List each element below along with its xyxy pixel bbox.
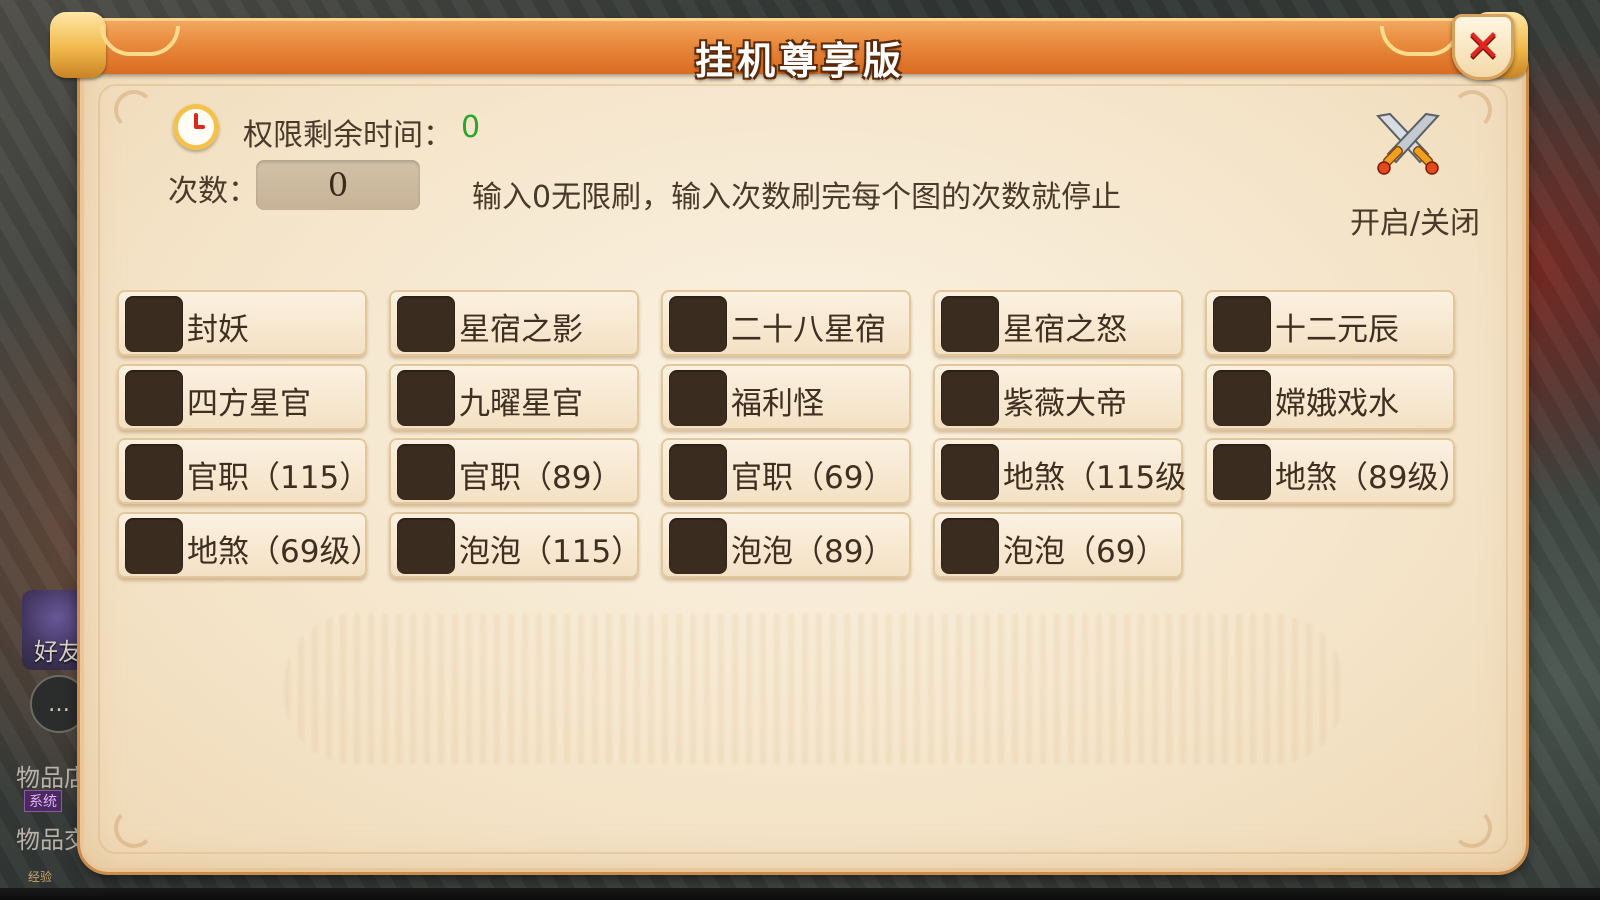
map-option[interactable]: 二十八星宿: [661, 290, 911, 356]
map-option-checkbox[interactable]: [669, 444, 727, 500]
map-option[interactable]: 福利怪: [661, 364, 911, 430]
map-option-checkbox[interactable]: [397, 370, 455, 426]
map-option[interactable]: 官职（69）: [661, 438, 911, 504]
map-option-checkbox[interactable]: [125, 444, 183, 500]
map-option-label: 官职（115）: [187, 460, 369, 496]
map-option[interactable]: 泡泡（115）: [389, 512, 641, 578]
map-option-label: 九曜星官: [459, 386, 583, 422]
map-option-checkbox[interactable]: [1213, 296, 1271, 352]
map-option-checkbox[interactable]: [669, 296, 727, 352]
map-option-grid: 封妖 星宿之影 二十八星宿 星宿之怒 十二元辰四方星官 九曜星官 福利怪 紫薇大帝 嫦娥戏水官职…: [0, 0, 1600, 900]
map-option-checkbox[interactable]: [669, 370, 727, 426]
map-option-label: 地煞（115级）: [1003, 460, 1185, 496]
map-option-label: 官职（89）: [459, 460, 623, 496]
map-option-label: 嫦娥戏水: [1275, 386, 1399, 422]
map-option-label: 星宿之影: [459, 312, 583, 348]
map-option[interactable]: 紫薇大帝: [933, 364, 1183, 430]
map-option[interactable]: 嫦娥戏水: [1205, 364, 1455, 430]
map-option[interactable]: 四方星官: [117, 364, 367, 430]
map-option-checkbox[interactable]: [1213, 444, 1271, 500]
map-option[interactable]: 官职（115）: [117, 438, 369, 504]
map-option-label: 四方星官: [187, 386, 311, 422]
map-option-checkbox[interactable]: [125, 518, 183, 574]
map-option[interactable]: 星宿之影: [389, 290, 639, 356]
map-option-checkbox[interactable]: [669, 518, 727, 574]
map-option-label: 封妖: [187, 312, 249, 348]
map-option-label: 泡泡（69）: [1003, 534, 1167, 570]
map-option-checkbox[interactable]: [1213, 370, 1271, 426]
map-option-label: 十二元辰: [1275, 312, 1399, 348]
map-option[interactable]: 泡泡（89）: [661, 512, 911, 578]
map-option-label: 二十八星宿: [731, 312, 886, 348]
map-option[interactable]: 地煞（115级）: [933, 438, 1185, 504]
map-option-label: 泡泡（89）: [731, 534, 895, 570]
map-option[interactable]: 地煞（89级）: [1205, 438, 1457, 504]
map-option-label: 福利怪: [731, 386, 824, 422]
map-option[interactable]: 九曜星官: [389, 364, 639, 430]
map-option-label: 星宿之怒: [1003, 312, 1127, 348]
map-option-checkbox[interactable]: [941, 518, 999, 574]
map-option-label: 泡泡（115）: [459, 534, 641, 570]
map-option-checkbox[interactable]: [941, 370, 999, 426]
map-option[interactable]: 泡泡（69）: [933, 512, 1183, 578]
map-option[interactable]: 地煞（69级）: [117, 512, 369, 578]
map-option[interactable]: 星宿之怒: [933, 290, 1183, 356]
map-option-checkbox[interactable]: [397, 444, 455, 500]
map-option-checkbox[interactable]: [125, 296, 183, 352]
map-option-label: 地煞（69级）: [187, 534, 369, 570]
map-option-label: 紫薇大帝: [1003, 386, 1127, 422]
map-option[interactable]: 十二元辰: [1205, 290, 1455, 356]
map-option-checkbox[interactable]: [941, 444, 999, 500]
map-option[interactable]: 官职（89）: [389, 438, 639, 504]
map-option-label: 官职（69）: [731, 460, 895, 496]
map-option-label: 地煞（89级）: [1275, 460, 1457, 496]
map-option-checkbox[interactable]: [397, 296, 455, 352]
map-option-checkbox[interactable]: [125, 370, 183, 426]
map-option-checkbox[interactable]: [941, 296, 999, 352]
map-option[interactable]: 封妖: [117, 290, 367, 356]
map-option-checkbox[interactable]: [397, 518, 455, 574]
